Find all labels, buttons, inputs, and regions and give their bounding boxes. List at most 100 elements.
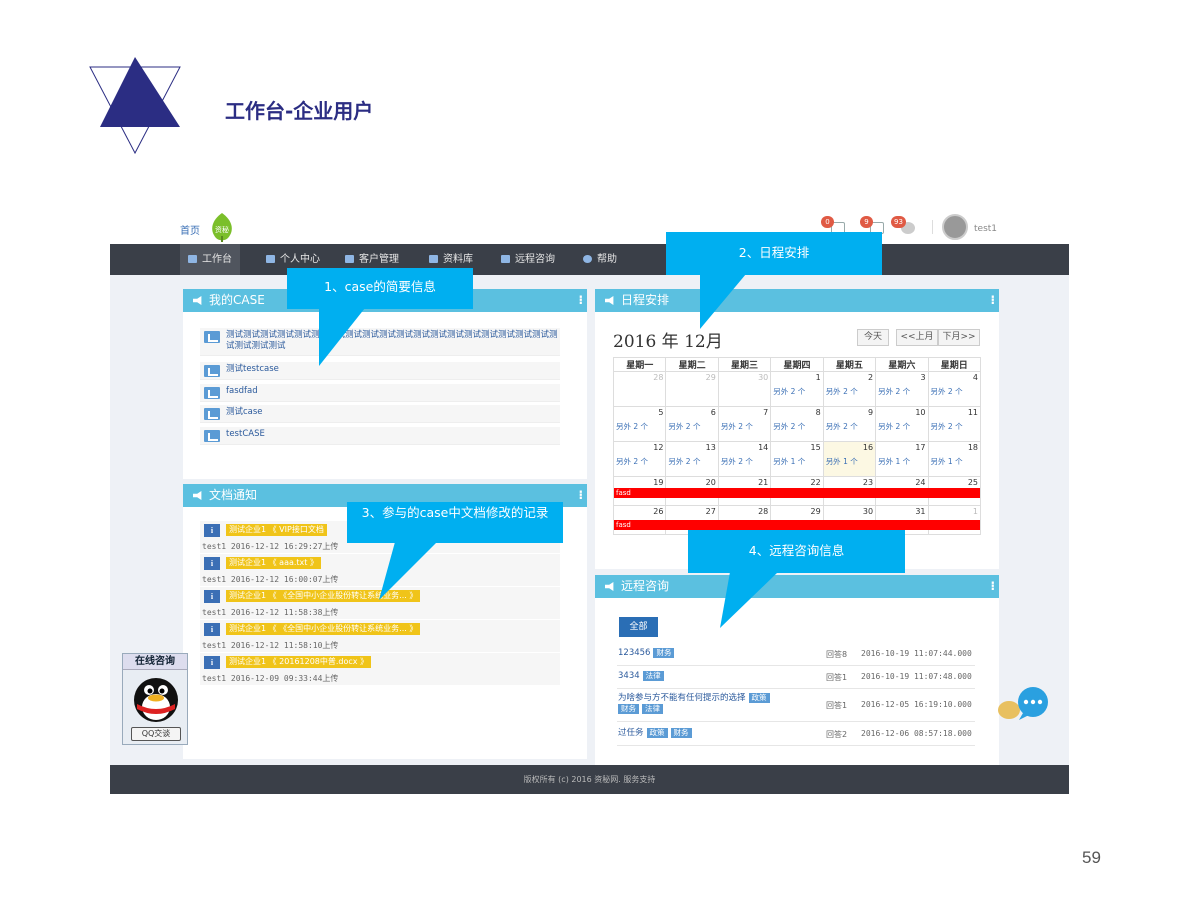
day-number: 21: [758, 478, 769, 487]
calendar-day[interactable]: 5 另外 2 个: [612, 406, 667, 442]
case-title: testCASE: [226, 429, 265, 439]
info-icon: i: [204, 524, 220, 537]
consult-title[interactable]: 123456: [618, 648, 650, 658]
case-item[interactable]: fasdfad: [200, 384, 560, 402]
consult-row[interactable]: 过任务 政策 财务 回答2 2016-12-06 08:57:18.000: [617, 724, 975, 746]
doc-tag[interactable]: 测试企业1 《 《全国中小企业股份转让系统业务... 》: [226, 623, 421, 635]
calendar-day[interactable]: 13 另外 2 个: [665, 441, 719, 477]
username[interactable]: test1: [974, 224, 997, 234]
next-month-button[interactable]: 下月>>: [938, 329, 980, 346]
doc-item[interactable]: i 测试企业1 《 《全国中小企业股份转让系统业务... 》 test1 2016-…: [200, 620, 560, 652]
calendar-day[interactable]: 1: [927, 505, 982, 535]
day-number: 29: [705, 373, 716, 382]
panel-menu-icon[interactable]: ⁝: [578, 289, 583, 312]
calendar-day[interactable]: 18 另外 1 个: [927, 441, 982, 477]
calendar-day[interactable]: 19 fasd: [612, 476, 980, 506]
calendar-week: 19 fasd 20 21 22 23 24 25: [612, 476, 982, 506]
calendar-week: 5 另外 2 个 6 另外 2 个 7 另外 2 个 8 另外 2 个 9 另外 2 个 10 另外 …: [612, 406, 982, 442]
more-events-link[interactable]: 另外 2 个: [773, 421, 805, 432]
calendar-day[interactable]: 16 另外 1 个: [822, 441, 877, 477]
weekday-header: 星期二: [665, 357, 719, 372]
calendar-week: 28 29 30 1 另外 2 个 2 另外 2 个 3 另外 2 个 4 另外 2 个: [612, 371, 982, 407]
calendar-day[interactable]: 4 另外 2 个: [927, 371, 982, 407]
day-number: 1: [972, 507, 978, 516]
callout-pointer: [319, 308, 365, 366]
more-events-link[interactable]: 另外 2 个: [721, 421, 753, 432]
doc-tag[interactable]: 测试企业1 《 aaa.txt 》: [226, 557, 321, 569]
more-events-link[interactable]: 另外 1 个: [878, 456, 910, 467]
avatar[interactable]: [942, 214, 968, 240]
doc-item[interactable]: i 测试企业1 《 20161208中普.docx 》 test1 2016-12-…: [200, 653, 560, 685]
more-events-link[interactable]: 另外 2 个: [931, 421, 963, 432]
more-events-link[interactable]: 另外 1 个: [773, 456, 805, 467]
more-events-link[interactable]: 另外 2 个: [668, 421, 700, 432]
more-events-link[interactable]: 另外 2 个: [668, 456, 700, 467]
nav-remote-consult[interactable]: 远程咨询: [493, 244, 563, 275]
consult-title[interactable]: 为啥参与方不能有任何提示的选择: [618, 693, 746, 703]
calendar-day[interactable]: 22: [770, 476, 824, 506]
doc-tag[interactable]: 测试企业1 《 VIP接口文档: [226, 524, 327, 536]
more-events-link[interactable]: 另外 2 个: [773, 386, 805, 397]
calendar-day[interactable]: 15 另外 1 个: [770, 441, 824, 477]
calendar-day[interactable]: 11 另外 2 个: [927, 406, 982, 442]
calendar-day[interactable]: 6 另外 2 个: [665, 406, 719, 442]
calendar-day[interactable]: 2 另外 2 个: [822, 371, 877, 407]
today-button[interactable]: 今天: [857, 329, 889, 346]
calendar-day[interactable]: 7 另外 2 个: [717, 406, 772, 442]
calendar-day[interactable]: 24: [875, 476, 929, 506]
calendar-day[interactable]: 12 另外 2 个: [612, 441, 667, 477]
calendar-day[interactable]: 21: [717, 476, 772, 506]
calendar-day[interactable]: 14 另外 2 个: [717, 441, 772, 477]
more-events-link[interactable]: 另外 2 个: [878, 421, 910, 432]
more-events-link[interactable]: 另外 2 个: [616, 421, 648, 432]
calendar-day[interactable]: 23: [822, 476, 877, 506]
panel-menu-icon[interactable]: ⁝: [990, 575, 995, 598]
all-filter-button[interactable]: 全部: [619, 617, 658, 637]
calendar-day[interactable]: 29: [665, 371, 719, 407]
notification-icon[interactable]: 93: [891, 216, 919, 238]
home-link[interactable]: 首页: [180, 222, 200, 237]
calendar-day[interactable]: 1 另外 2 个: [770, 371, 824, 407]
calendar-day[interactable]: 8 另外 2 个: [770, 406, 824, 442]
calendar-day[interactable]: 30: [717, 371, 772, 407]
consult-row[interactable]: 3434 法律 回答1 2016-10-19 11:07:48.000: [617, 667, 975, 689]
calendar-day[interactable]: 10 另外 2 个: [875, 406, 929, 442]
calendar-day[interactable]: 3 另外 2 个: [875, 371, 929, 407]
calendar-day[interactable]: 26 fasd: [612, 505, 980, 535]
more-events-link[interactable]: 另外 2 个: [826, 421, 858, 432]
info-icon: i: [204, 557, 220, 570]
more-events-link[interactable]: 另外 2 个: [826, 386, 858, 397]
qq-chat-button[interactable]: QQ交谈: [131, 727, 181, 741]
more-events-link[interactable]: 另外 2 个: [616, 456, 648, 467]
doc-tag[interactable]: 测试企业1 《 20161208中普.docx 》: [226, 656, 372, 668]
mail-count-badge: 9: [860, 216, 873, 228]
calendar-day[interactable]: 17 另外 1 个: [875, 441, 929, 477]
consult-title[interactable]: 3434: [618, 671, 640, 681]
nav-workbench[interactable]: 工作台: [180, 244, 240, 275]
consult-question: 123456 财务: [618, 648, 675, 659]
prev-month-button[interactable]: <<上月: [896, 329, 938, 346]
more-events-link[interactable]: 另外 1 个: [931, 456, 963, 467]
leaf-logo-icon[interactable]: 资秘: [208, 212, 236, 242]
calendar-day[interactable]: 20: [665, 476, 719, 506]
chat-bubble-icon[interactable]: [995, 686, 1053, 722]
consult-row[interactable]: 123456 财务 回答8 2016-10-19 11:07:44.000: [617, 644, 975, 666]
panel-menu-icon[interactable]: ⁝: [578, 484, 583, 507]
panel-menu-icon[interactable]: ⁝: [990, 289, 995, 312]
chart-icon: [204, 408, 220, 420]
nav-help[interactable]: 帮助: [575, 244, 625, 275]
day-number: 30: [862, 507, 874, 516]
calendar-day[interactable]: 9 另外 2 个: [822, 406, 877, 442]
more-events-link[interactable]: 另外 2 个: [721, 456, 753, 467]
case-item[interactable]: testCASE: [200, 427, 560, 445]
more-events-link[interactable]: 另外 2 个: [931, 386, 963, 397]
more-events-link[interactable]: 另外 2 个: [878, 386, 910, 397]
calendar-day[interactable]: 25: [927, 476, 982, 506]
consult-tag: 财务: [618, 704, 639, 714]
consult-row[interactable]: 为啥参与方不能有任何提示的选择 政策 财务 法律 回答1 2016-12-05 16:…: [617, 690, 975, 722]
case-item[interactable]: 测试case: [200, 405, 560, 423]
calendar-day[interactable]: 28: [612, 371, 667, 407]
more-events-link[interactable]: 另外 1 个: [826, 456, 858, 467]
day-number: 22: [810, 478, 821, 487]
consult-title[interactable]: 过任务: [618, 728, 644, 738]
